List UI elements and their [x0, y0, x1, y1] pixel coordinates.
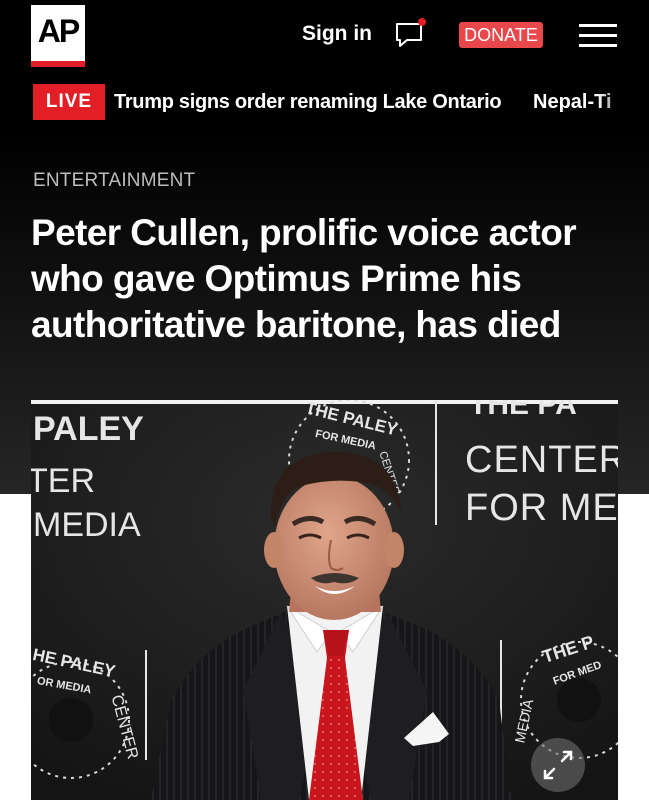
top-navigation-bar: AP Sign in DONATE	[0, 0, 649, 72]
headline-line: authoritative baritone, has died	[31, 304, 561, 345]
backdrop-text: THE PA	[469, 400, 577, 421]
ap-logo[interactable]: AP	[31, 5, 85, 67]
photo-illustration: PALEY TER MEDIA THE PA CENTER FOR ME THE…	[31, 400, 618, 800]
headline-line: who gave Optimus Prime his	[31, 258, 522, 299]
article-category[interactable]: ENTERTAINMENT	[33, 170, 195, 192]
backdrop-text: MEDIA	[33, 506, 141, 544]
backdrop-text: FOR ME	[465, 487, 618, 529]
backdrop-text: CENTER	[465, 439, 618, 481]
ticker-headline[interactable]: Nepal-Ti	[533, 91, 649, 114]
logo-stripe	[31, 61, 85, 67]
chat-icon[interactable]	[394, 18, 428, 50]
headline-line: Peter Cullen, prolific voice actor	[31, 212, 577, 253]
hamburger-menu-icon[interactable]	[579, 22, 617, 50]
live-badge[interactable]: LIVE	[33, 84, 105, 120]
lead-photo[interactable]: PALEY TER MEDIA THE PA CENTER FOR ME THE…	[31, 400, 618, 800]
logo-text: AP	[37, 13, 80, 49]
article-headline: Peter Cullen, prolific voice actor who g…	[31, 210, 621, 348]
news-ticker: LIVE Trump signs order renaming Lake Ont…	[0, 72, 649, 132]
donate-button[interactable]: DONATE	[459, 22, 543, 48]
face	[274, 476, 394, 620]
ticker-headline[interactable]: Trump signs order renaming Lake Ontario	[114, 91, 502, 114]
backdrop-text: TER	[31, 462, 95, 500]
sign-in-link[interactable]: Sign in	[302, 22, 372, 46]
backdrop-text: PALEY	[33, 410, 144, 448]
expand-arrows-icon[interactable]	[531, 738, 585, 792]
